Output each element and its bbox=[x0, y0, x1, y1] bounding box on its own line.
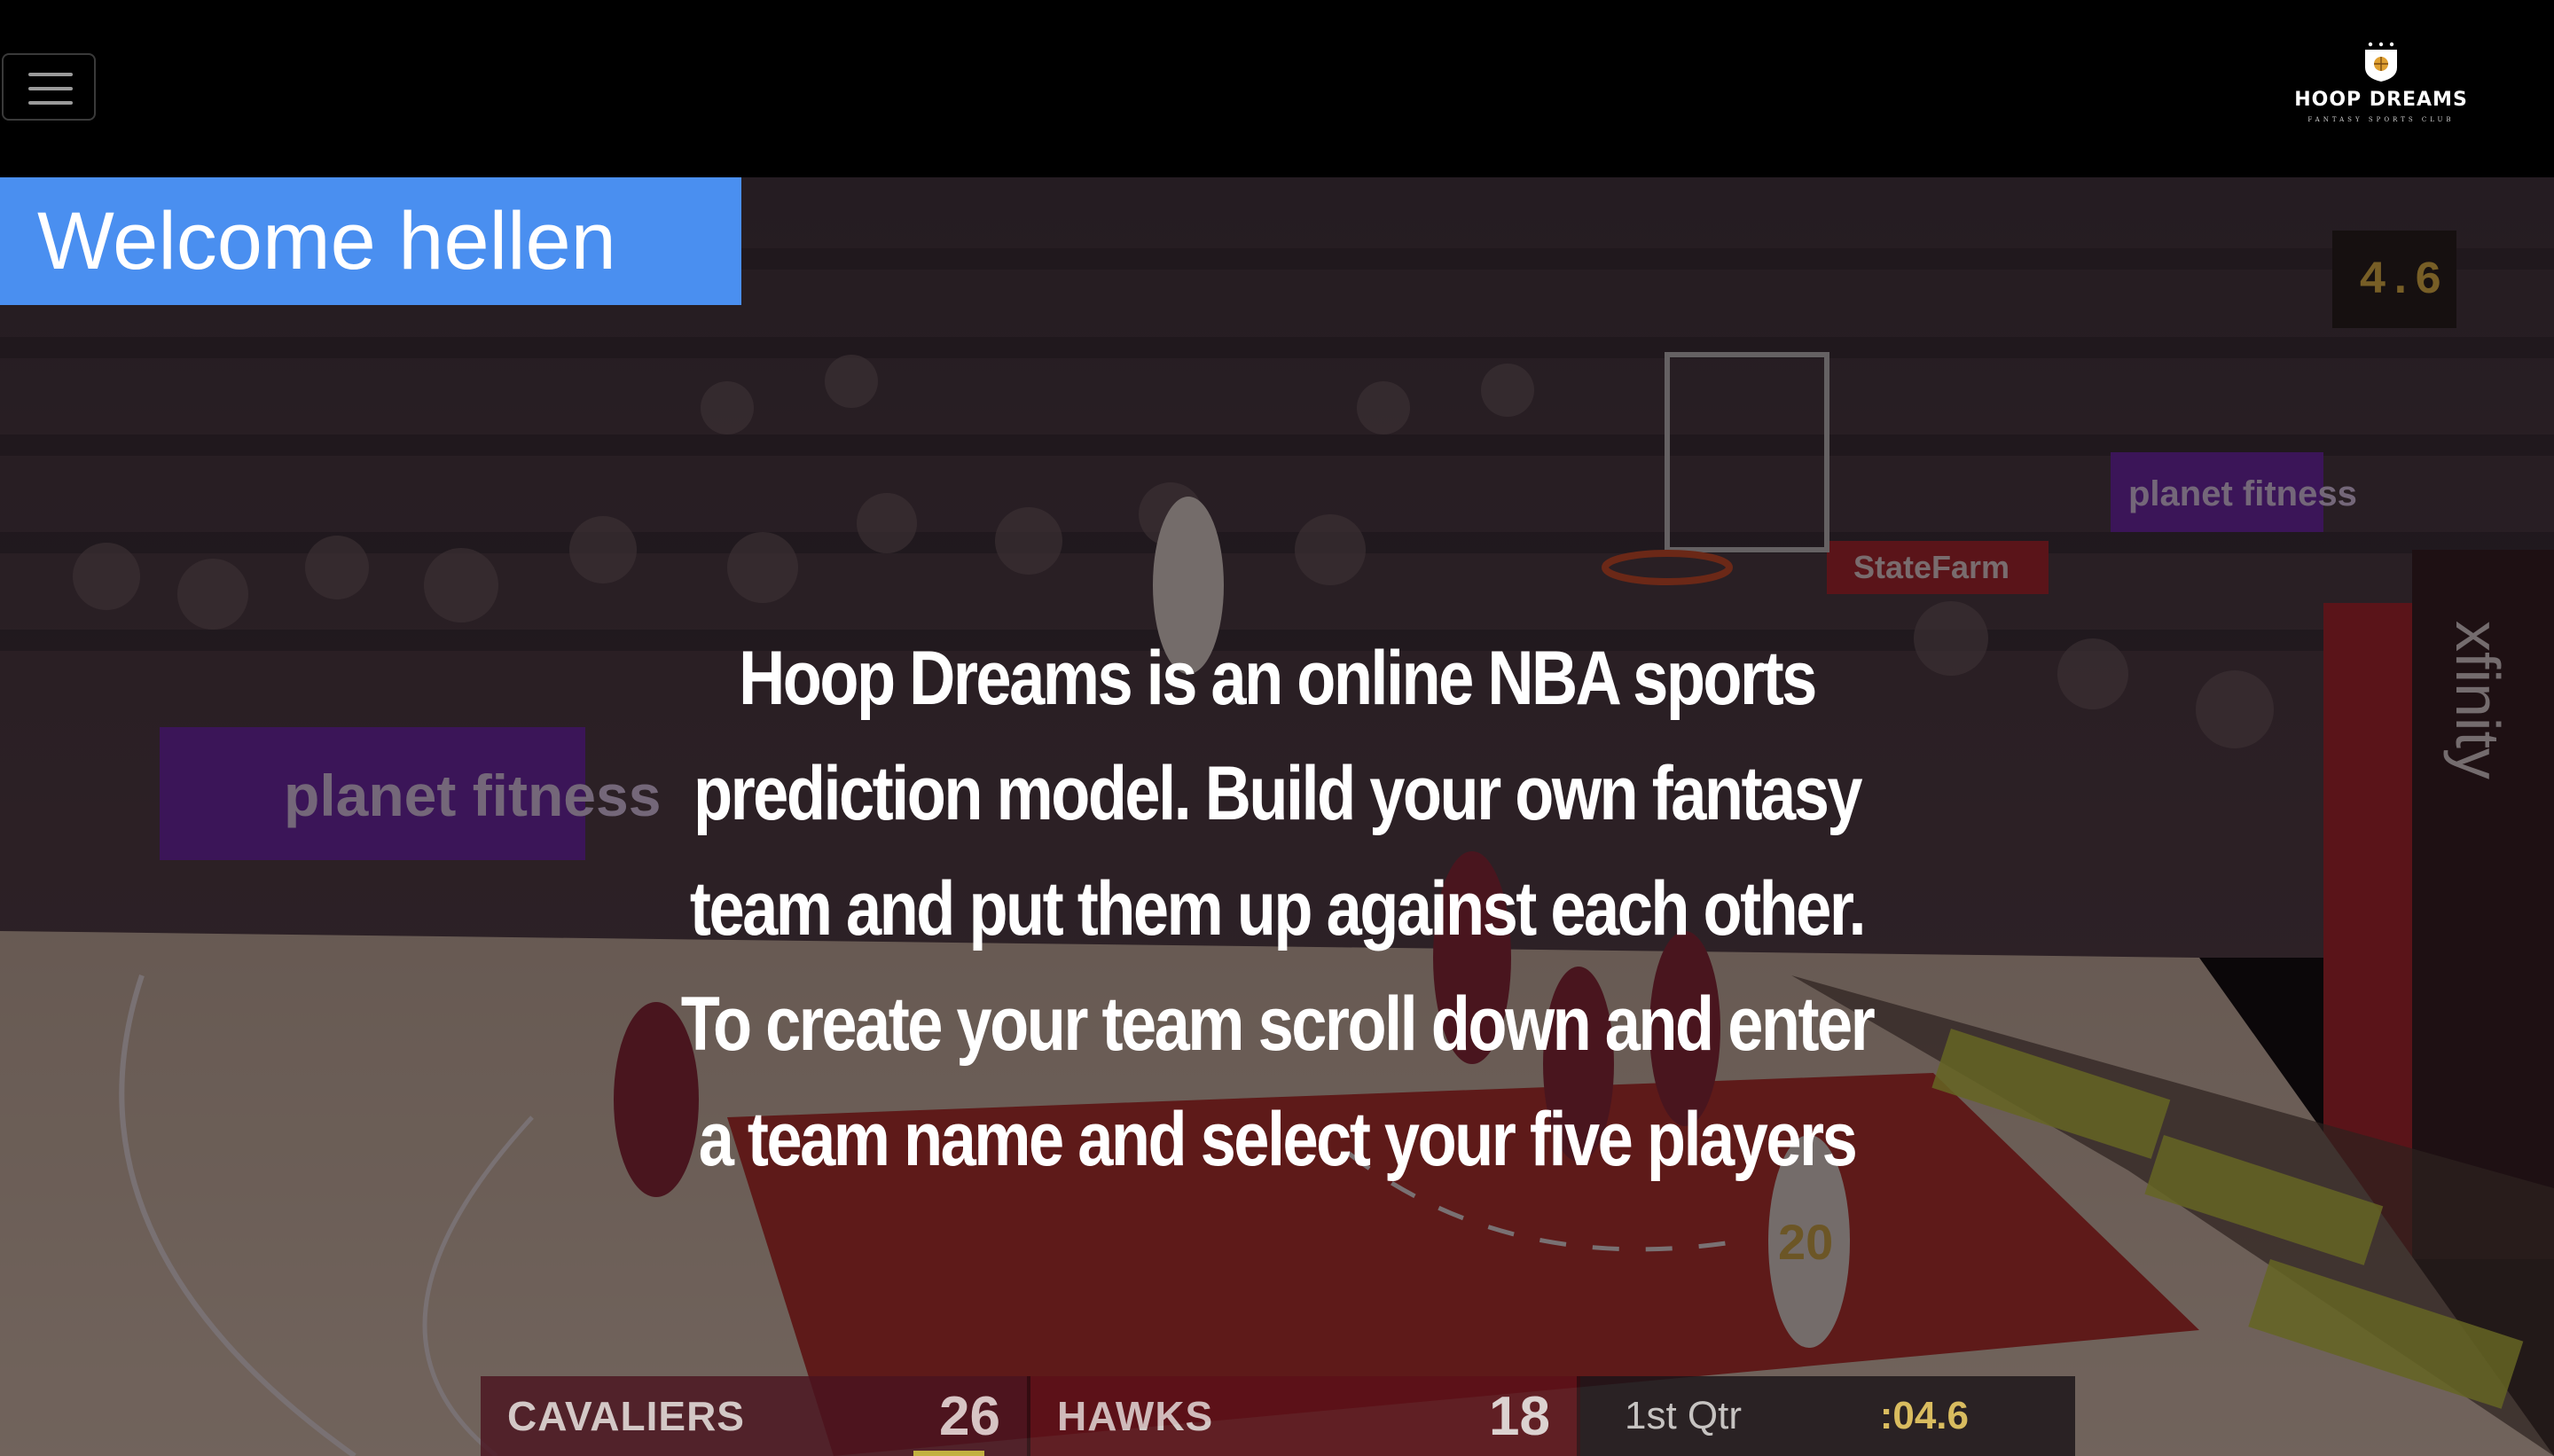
scoreboard-accent-bar bbox=[913, 1451, 984, 1456]
game-scoreboard: CAVALIERS 26 HAWKS 18 1st Qtr :04.6 bbox=[481, 1376, 2075, 1456]
game-time: :04.6 bbox=[1879, 1394, 1969, 1437]
welcome-banner: Welcome hellen bbox=[0, 177, 741, 305]
intro-description: Hoop Dreams is an online NBA sports pred… bbox=[680, 636, 1876, 1182]
page: planet fitness planet fitness StateFarm … bbox=[0, 0, 2554, 1456]
top-navbar: HOOP DREAMS FANTASY SPORTS CLUB bbox=[0, 0, 2554, 177]
basketball-crest-icon bbox=[2365, 42, 2397, 82]
game-period: 1st Qtr bbox=[1625, 1394, 1743, 1437]
away-team-name: CAVALIERS bbox=[507, 1393, 745, 1439]
hamburger-menu-button[interactable] bbox=[2, 53, 96, 121]
home-team-name: HAWKS bbox=[1057, 1393, 1214, 1439]
brand-name: HOOP DREAMS bbox=[2294, 89, 2468, 111]
hamburger-menu-icon-bar bbox=[28, 87, 73, 90]
brand-logo-link[interactable]: HOOP DREAMS FANTASY SPORTS CLUB bbox=[2279, 41, 2483, 138]
home-team-score: 18 bbox=[1489, 1385, 1550, 1447]
away-team-panel: CAVALIERS 26 bbox=[481, 1376, 1030, 1456]
home-team-panel: HAWKS 18 bbox=[1030, 1376, 1580, 1456]
brand-tagline: FANTASY SPORTS CLUB bbox=[2307, 116, 2455, 123]
game-clock-panel: 1st Qtr :04.6 bbox=[1580, 1376, 2075, 1456]
hamburger-menu-icon-bar bbox=[28, 101, 73, 105]
hamburger-menu-icon bbox=[28, 73, 73, 76]
welcome-text: Welcome hellen bbox=[37, 196, 616, 286]
away-team-score: 26 bbox=[939, 1385, 1000, 1447]
